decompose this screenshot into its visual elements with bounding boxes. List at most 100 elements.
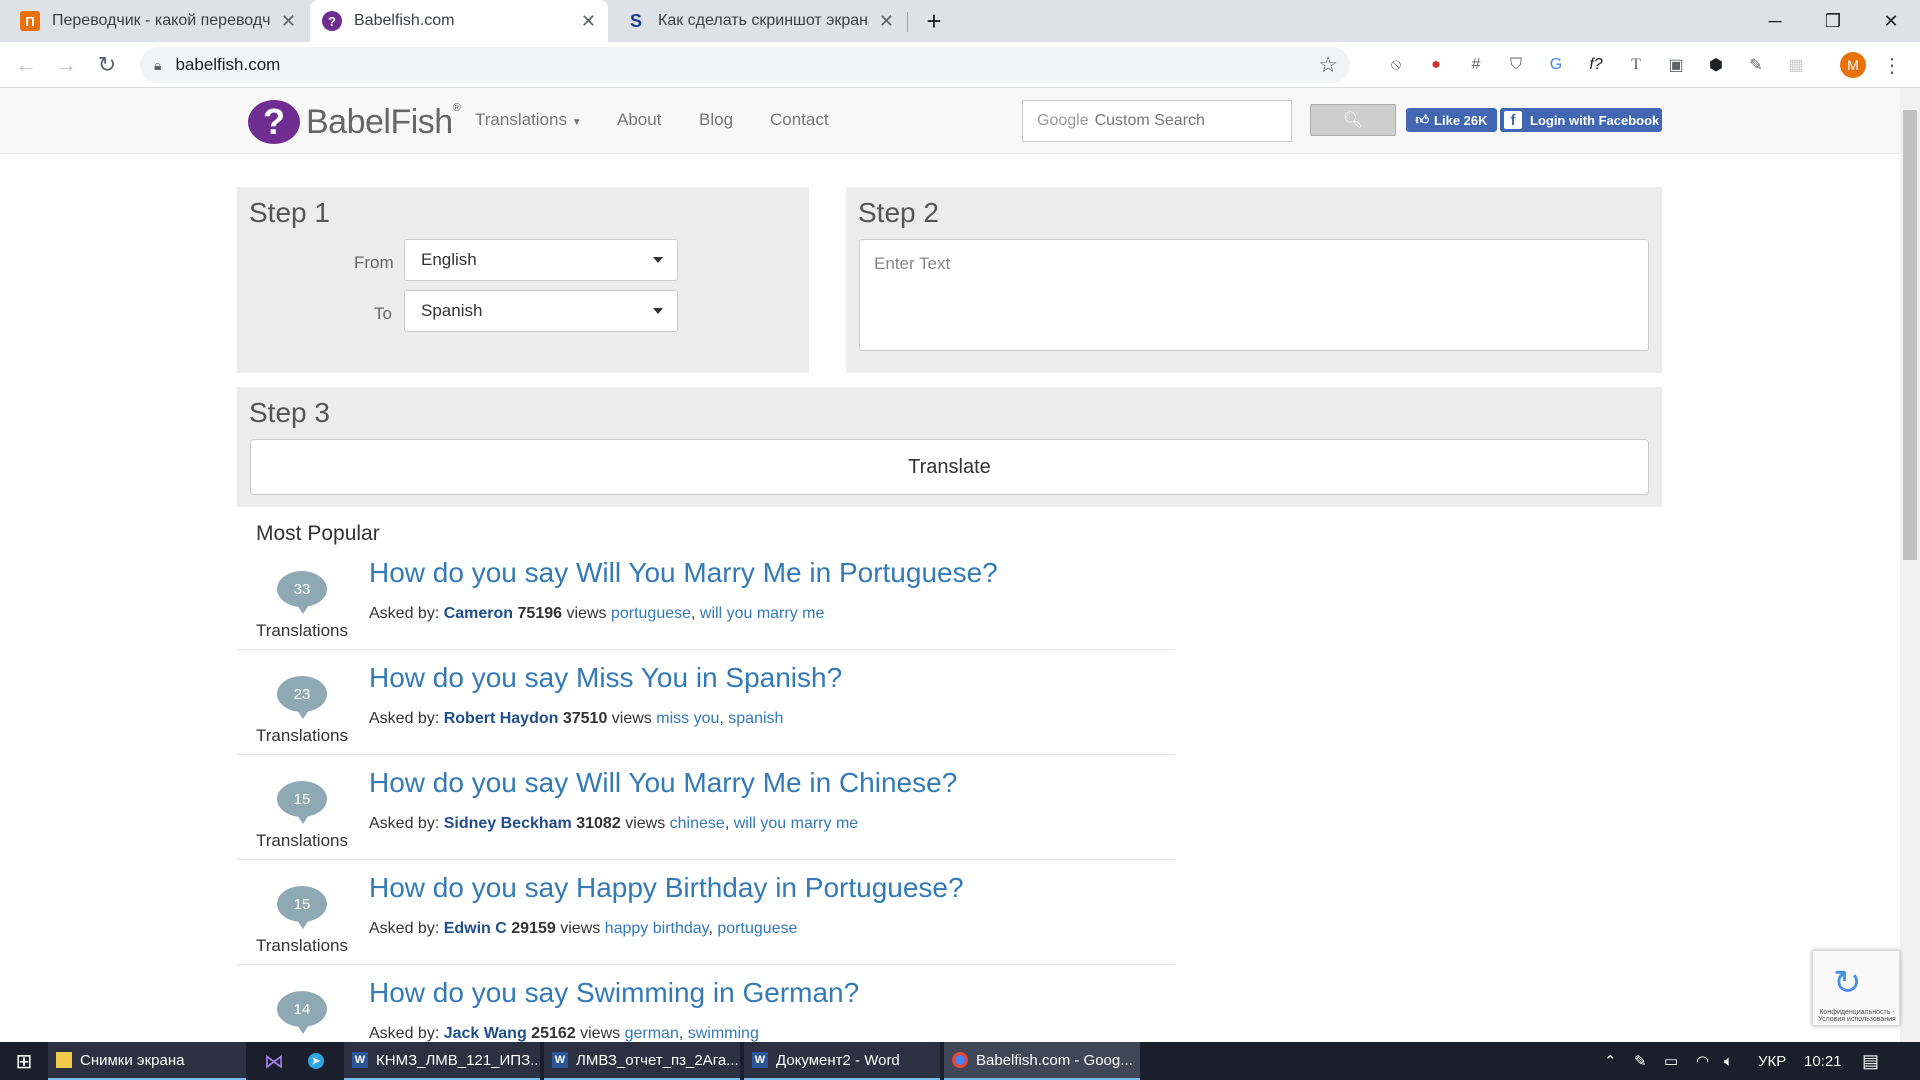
scrollbar-thumb[interactable] xyxy=(1903,110,1917,560)
nav-blog[interactable]: Blog xyxy=(699,110,733,130)
translate-button[interactable]: Translate xyxy=(250,439,1649,495)
translate-extension-icon[interactable]: G xyxy=(1544,53,1568,77)
google-custom-search-input[interactable]: Google Custom Search xyxy=(1022,100,1292,142)
tray-language[interactable]: УКР xyxy=(1758,1042,1786,1080)
from-language-select[interactable]: English xyxy=(404,239,678,281)
tag-link[interactable]: swimming xyxy=(688,1025,759,1042)
author-link[interactable]: Sidney Beckham xyxy=(444,815,572,832)
translations-label: Translations xyxy=(256,831,348,850)
asked-by-label: Asked by: xyxy=(369,815,440,832)
back-icon[interactable]: ← xyxy=(12,51,40,79)
tag-link[interactable]: portuguese xyxy=(611,605,691,622)
close-window-button[interactable]: ✕ xyxy=(1862,0,1920,42)
author-link[interactable]: Jack Wang xyxy=(444,1025,527,1042)
taskbar-item-word-doc3[interactable]: W Документ2 - Word xyxy=(744,1042,940,1080)
shield-extension-icon[interactable]: ⛉ xyxy=(1504,53,1528,77)
asked-by-label: Asked by: xyxy=(369,1025,440,1042)
chrome-icon xyxy=(952,1052,968,1068)
block-extension-icon[interactable]: ⦸ xyxy=(1384,53,1408,77)
taskbar-item-word-doc1[interactable]: W КНМЗ_ЛМВ_121_ИПЗ... xyxy=(344,1042,540,1080)
tab-title: Как сделать скриншот экрана на xyxy=(658,12,869,29)
visual-studio-icon[interactable]: ⋈ xyxy=(254,1042,294,1080)
source-text-area[interactable]: Enter Text xyxy=(859,239,1649,351)
asked-by-label: Asked by: xyxy=(369,920,440,937)
author-link[interactable]: Cameron xyxy=(444,605,513,622)
question-title-link[interactable]: How do you say Will You Marry Me in Port… xyxy=(369,557,998,589)
tag-link[interactable]: will you marry me xyxy=(700,605,824,622)
translations-label: Translations xyxy=(256,936,348,955)
text-extension-icon[interactable]: T xyxy=(1624,53,1648,77)
facebook-login-button[interactable]: f Login with Facebook xyxy=(1500,108,1662,132)
close-tab-icon[interactable]: ✕ xyxy=(581,11,596,32)
disabled-extension-icon[interactable]: ▦ xyxy=(1784,53,1808,77)
taskbar-item-word-doc2[interactable]: W ЛМВЗ_отчет_пз_2Ага... xyxy=(544,1042,740,1080)
tag-link[interactable]: portuguese xyxy=(717,920,797,937)
tray-pen-icon[interactable]: ✎ xyxy=(1634,1042,1647,1080)
nav-translations-label: Translations xyxy=(475,110,567,129)
babelfish-logo[interactable]: ? BabelFish ® xyxy=(248,100,461,144)
recaptcha-badge[interactable]: ↻ Конфиденциальность - Условия использов… xyxy=(1812,950,1900,1026)
question-meta: Asked by: Jack Wang 25162 views german, … xyxy=(369,1025,759,1042)
step3-title: Step 3 xyxy=(249,397,330,428)
tag-link[interactable]: german xyxy=(625,1025,679,1042)
tray-up-arrow-icon[interactable]: ⌃ xyxy=(1604,1042,1617,1080)
hexagon-extension-icon[interactable]: ⬢ xyxy=(1704,53,1728,77)
crop-extension-icon[interactable]: # xyxy=(1464,53,1488,77)
tab-screenshot-howto[interactable]: S Как сделать скриншот экрана на ✕ xyxy=(614,0,906,42)
view-count: 75196 xyxy=(517,605,563,622)
view-count: 37510 xyxy=(562,710,608,727)
author-link[interactable]: Edwin C xyxy=(444,920,507,937)
restore-button[interactable]: ❐ xyxy=(1804,0,1862,42)
tab-perevodchik[interactable]: П Переводчик - какой переводчик ✕ xyxy=(8,0,308,42)
tray-wifi-icon[interactable]: ◠ xyxy=(1696,1042,1709,1080)
search-button[interactable]: 🔍︎ xyxy=(1310,104,1396,136)
minimize-button[interactable]: ─ xyxy=(1746,0,1804,42)
nav-contact[interactable]: Contact xyxy=(770,110,829,130)
tag-link[interactable]: miss you xyxy=(656,710,719,727)
taskbar-item-chrome[interactable]: Babelfish.com - Goog... xyxy=(944,1042,1140,1080)
tray-battery-icon[interactable]: ▭ xyxy=(1664,1042,1678,1080)
nav-about[interactable]: About xyxy=(617,110,661,130)
adblock-extension-icon[interactable]: ● xyxy=(1424,53,1448,77)
views-label: views xyxy=(611,710,652,727)
to-language-value: Spanish xyxy=(421,301,483,320)
image-extension-icon[interactable]: ▣ xyxy=(1664,53,1688,77)
close-tab-icon[interactable]: ✕ xyxy=(281,11,296,32)
step1-title: Step 1 xyxy=(249,197,330,228)
close-tab-icon[interactable]: ✕ xyxy=(879,11,894,32)
recaptcha-terms: Конфиденциальность - Условия использован… xyxy=(1818,1009,1896,1023)
nav-translations-dropdown[interactable]: Translations ▼ xyxy=(475,110,582,130)
tag-link[interactable]: spanish xyxy=(728,710,783,727)
profile-avatar[interactable]: M xyxy=(1840,52,1866,78)
menu-kebab-icon[interactable]: ⋮ xyxy=(1880,53,1904,77)
step2-title: Step 2 xyxy=(858,197,939,228)
question-title-link[interactable]: How do you say Happy Birthday in Portugu… xyxy=(369,872,964,904)
popular-item: 15 Translations How do you say Will You … xyxy=(237,755,1175,860)
caret-down-icon xyxy=(653,308,663,314)
tag-link[interactable]: will you marry me xyxy=(734,815,858,832)
function-extension-icon[interactable]: f? xyxy=(1584,53,1608,77)
tray-clock[interactable]: 10:21 xyxy=(1804,1042,1842,1080)
tag-link[interactable]: happy birthday xyxy=(605,920,709,937)
to-language-select[interactable]: Spanish xyxy=(404,290,678,332)
pen-extension-icon[interactable]: ✎ xyxy=(1744,53,1768,77)
tray-volume-icon[interactable]: 🔈︎ xyxy=(1724,1042,1733,1080)
reload-icon[interactable]: ↻ xyxy=(93,51,121,79)
question-title-link[interactable]: How do you say Swimming in German? xyxy=(369,977,859,1009)
new-tab-button[interactable]: + xyxy=(906,0,962,42)
windows-start-icon[interactable]: ⊞ xyxy=(0,1042,48,1080)
tag-link[interactable]: chinese xyxy=(670,815,725,832)
facebook-like-button[interactable]: 👍︎ Like 26K xyxy=(1406,108,1497,132)
telegram-icon[interactable]: ➤ xyxy=(296,1042,336,1080)
question-title-link[interactable]: How do you say Will You Marry Me in Chin… xyxy=(369,767,957,799)
tab-babelfish[interactable]: ? Babelfish.com ✕ xyxy=(310,0,608,42)
popular-item: 23 Translations How do you say Miss You … xyxy=(237,650,1175,755)
bookmark-star-icon[interactable]: ☆ xyxy=(1318,52,1338,78)
address-bar[interactable]: 🔒︎ babelfish.com ☆ xyxy=(140,47,1350,83)
author-link[interactable]: Robert Haydon xyxy=(444,710,559,727)
taskbar-item-explorer[interactable]: Снимки экрана xyxy=(48,1042,246,1080)
forward-icon[interactable]: → xyxy=(52,51,80,79)
translations-label: Translations xyxy=(256,726,348,745)
notification-center-icon[interactable]: ▤ xyxy=(1862,1042,1879,1080)
question-title-link[interactable]: How do you say Miss You in Spanish? xyxy=(369,662,842,694)
